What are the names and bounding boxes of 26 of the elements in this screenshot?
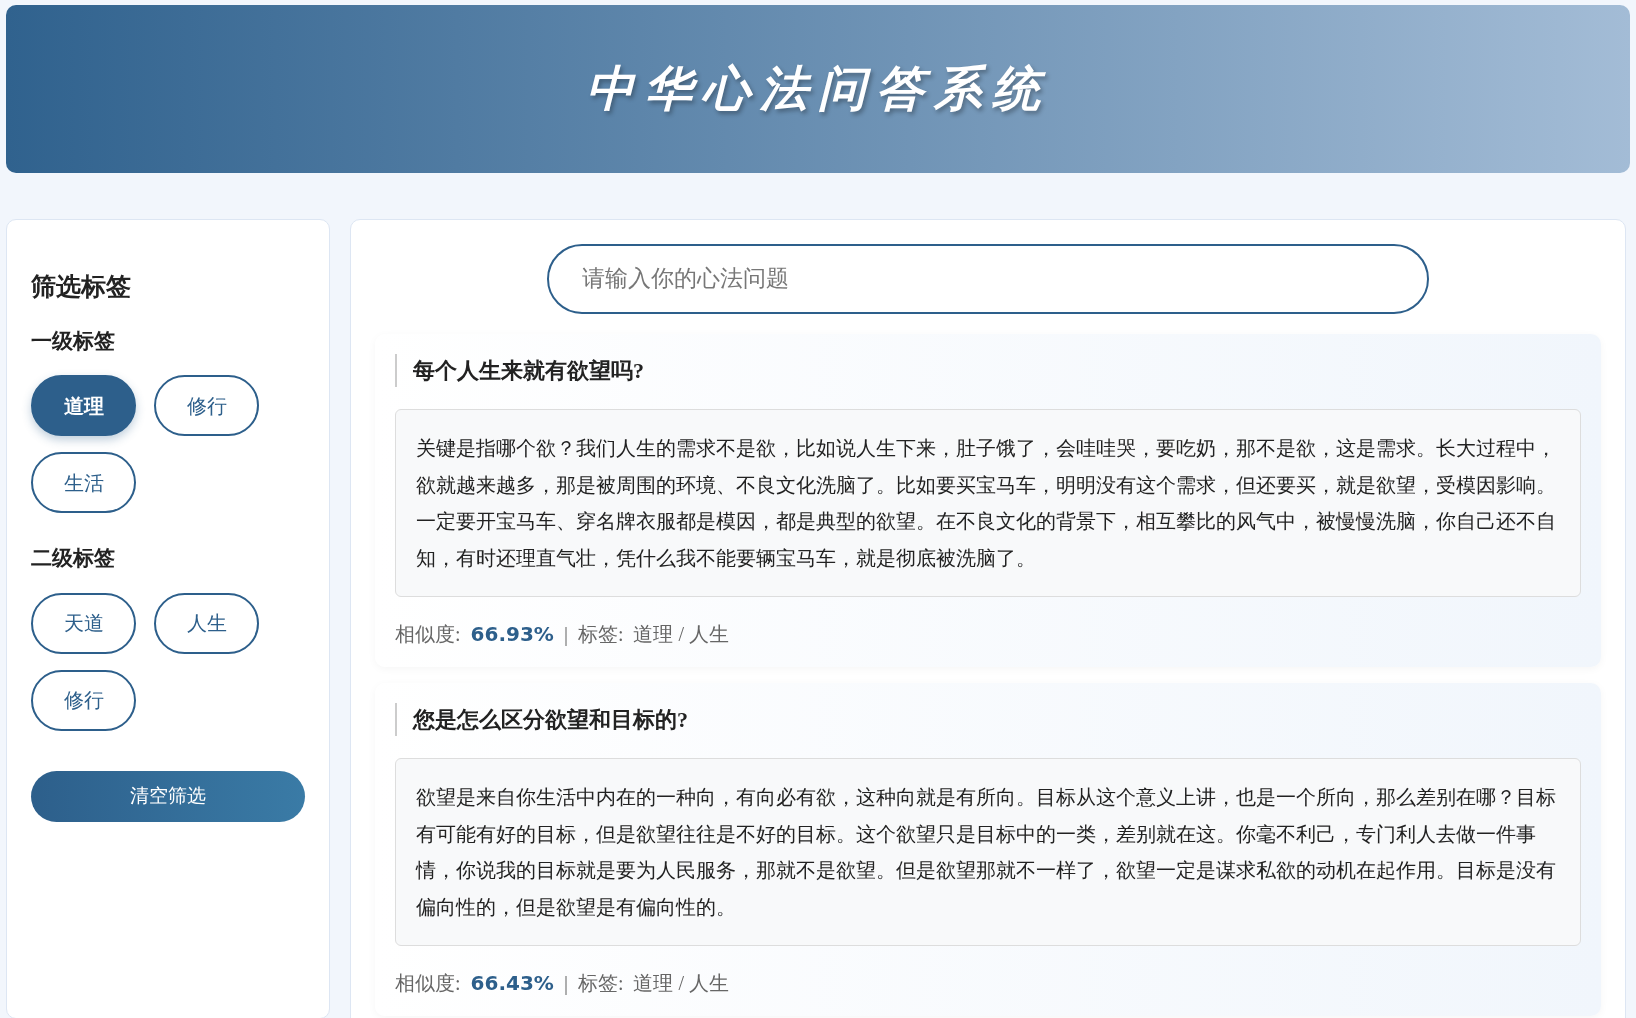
app-title: 中华心法问答系统	[586, 61, 1050, 117]
tag-button[interactable]: 生活	[31, 452, 136, 513]
group-title: 一级标签	[31, 327, 116, 355]
similarity-label: 相似度:	[395, 971, 461, 996]
question-title: 每个人生来就有欲望吗?	[395, 354, 1581, 387]
answer-text: 欲望是来自你生活中内在的一种向，有向必有欲，这种向就是有所向。目标从这个意义上讲，也是一个所向，那么差别在哪？目标有可能有好的目标，但是欲望往往是不好的目标。这个欲望只是目标中的一类，差别就在这。你毫不利己，专门利人去做一件事情，你说我的目标就是要为人民服务，那就不是欲望。但是欲望那就不一样了，欲望一定是谋求私欲的动机在起作用。目标是没有偏向性的，但是欲望是有偏向性的。	[395, 758, 1581, 946]
tags-text: 道理 / 人生	[633, 622, 729, 647]
group-title: 二级标签	[31, 545, 116, 572]
question-title: 您是怎么区分欲望和目标的?	[395, 703, 1581, 736]
similarity-value: 66.43%	[470, 970, 554, 997]
tags-text: 道理 / 人生	[633, 971, 729, 996]
filter-title: 筛选标签	[31, 272, 132, 302]
tags-label: 标签:	[577, 622, 624, 647]
answer-text: 关键是指哪个欲？我们人生的需求不是欲，比如说人生下来，肚子饿了，会哇哇哭，要吃奶，那不是欲，这是需求。长大过程中，欲就越来越多，那是被周围的环境、不良文化洗脑了。比如要买宝马车，明明没有这个需求，但还要买，就是欲望，受模因影响。一定要开宝马车、穿名牌衣服都是模因，都是典型的欲望。在不良文化的背景下，相互攀比的风气中，被慢慢洗脑，你自己还不自知，有时还理直气壮，凭什么我不能要辆宝马车，就是彻底被洗脑了。	[395, 409, 1581, 597]
search-field[interactable]: 请输入你的心法问题	[547, 244, 1429, 314]
separator: |	[563, 622, 568, 648]
tag-button[interactable]: 天道	[31, 592, 136, 654]
clear-filter-button[interactable]: 清空筛选	[31, 770, 305, 822]
tag-button[interactable]: 人生	[154, 592, 259, 654]
tag-button[interactable]: 修行	[154, 375, 259, 436]
separator: |	[563, 971, 568, 997]
similarity-value: 66.93%	[470, 621, 554, 648]
tag-button[interactable]: 修行	[31, 669, 136, 731]
tag-button[interactable]: 道理	[31, 375, 136, 436]
similarity-label: 相似度:	[395, 622, 461, 647]
tags-label: 标签:	[577, 971, 624, 996]
